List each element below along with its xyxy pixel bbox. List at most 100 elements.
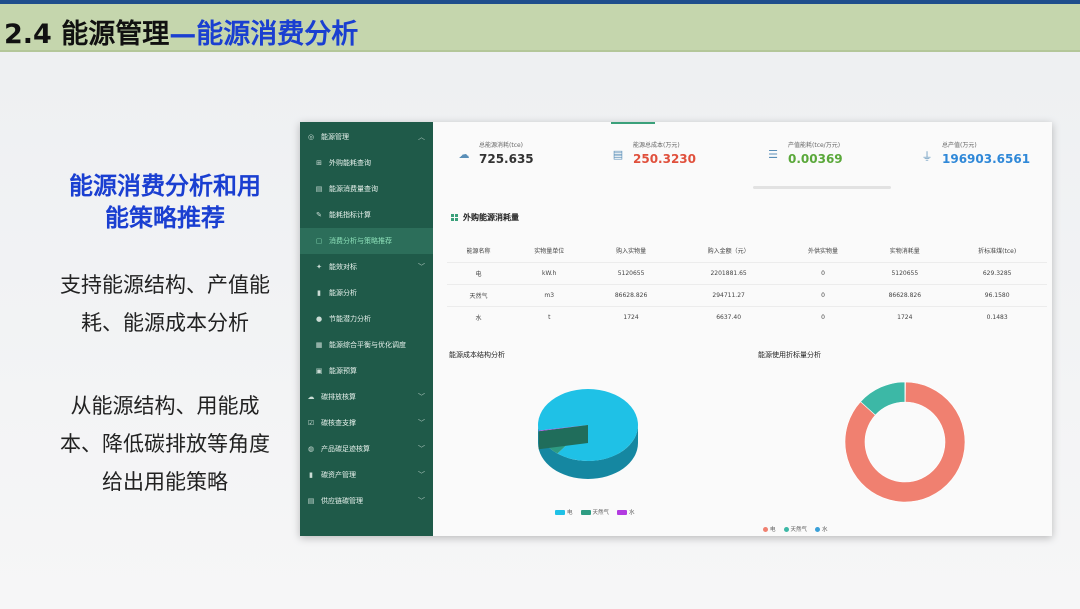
sidebar-item-label: 能源预算 <box>329 367 357 375</box>
sidebar-item-carbon-assets[interactable]: ▮ 碳资产管理 ﹀ <box>300 462 433 488</box>
sidebar-item-label: 能效对标 <box>329 263 357 271</box>
bar-chart-icon: ▮ <box>309 471 313 479</box>
money-icon: ▤ <box>612 148 624 161</box>
column-header: 能源名称 <box>466 248 491 256</box>
sidebar-item-label: 能源综合平衡与优化调度 <box>329 341 406 349</box>
legend-label: 电 <box>770 527 776 533</box>
table-cell: 5120655 <box>588 261 674 284</box>
sidebar-item-benchmark[interactable]: ✦ 能效对标 ﹀ <box>300 254 433 280</box>
sidebar-item-label: 产品碳足迹核算 <box>321 445 370 453</box>
doc-icon: ▢ <box>315 237 323 245</box>
sidebar-item-index-calc[interactable]: ✎ 能耗指标计算 <box>300 202 433 228</box>
table-cell: 5120655 <box>862 261 948 284</box>
stat-scrollbar[interactable] <box>753 186 891 189</box>
sidebar-item-carbon-verification[interactable]: ☑ 碳核查支撑 ﹀ <box>300 410 433 436</box>
legend-item-water[interactable]: 水 <box>617 508 635 516</box>
grid-icon: ⊞ <box>316 159 322 167</box>
cloud-icon: ☁ <box>307 393 315 401</box>
sidebar-item-budget[interactable]: ▣ 能源预算 <box>300 358 433 384</box>
table-cell: 629.3285 <box>947 261 1047 284</box>
edit-icon: ✎ <box>316 211 322 219</box>
table-cell: 0 <box>783 261 863 284</box>
legend-item-electric[interactable]: 电 <box>763 525 776 533</box>
slide-title-main: 2.4 能源管理 <box>4 19 170 50</box>
sidebar-item-consumption-query[interactable]: ▤ 能源消费量查询 <box>300 176 433 202</box>
table-cell: 294711.27 <box>673 283 784 306</box>
sidebar-item-energy-analysis[interactable]: ▮ 能源分析 <box>300 280 433 306</box>
table-row[interactable]: 水 t 1724 6637.40 0 1724 0.1483 <box>447 305 1047 328</box>
description-line: 耗、能源成本分析 <box>81 311 249 335</box>
legend-label: 水 <box>822 527 828 533</box>
energy-table: 能源名称 实物量单位 购入实物量 购入金额（元） 外供实物量 实物消耗量 折标准… <box>447 240 1047 328</box>
table-cell: 96.1580 <box>947 283 1047 306</box>
sidebar-item-label: 节能潜力分析 <box>329 315 371 323</box>
table-cell: 天然气 <box>447 283 510 306</box>
legend-item-gas[interactable]: 天然气 <box>580 508 610 516</box>
table-cell: m3 <box>509 283 589 306</box>
stat-card-total-cost: ▤ 能源总成本(万元) 250.3230 <box>611 134 761 184</box>
column-header: 购入金额（元） <box>707 248 750 256</box>
donut-chart-title: 能源使用折标量分析 <box>758 351 821 359</box>
description-line: 支持能源结构、产值能 <box>60 273 270 297</box>
stat-card-total-energy: ☁ 总能源消耗(tce) 725.635 <box>457 134 607 184</box>
legend-label: 天然气 <box>592 510 610 516</box>
sidebar-item-product-footprint[interactable]: ◍ 产品碳足迹核算 ﹀ <box>300 436 433 462</box>
sidebar-item-label: 消费分析与策略推荐 <box>329 237 392 245</box>
description-line: 从能源结构、用能成 <box>70 394 260 418</box>
pie-chart-title: 能源成本结构分析 <box>449 351 505 359</box>
column-header: 外供实物量 <box>807 248 838 256</box>
legend-item-electric[interactable]: 电 <box>555 508 573 516</box>
sidebar-item-saving-potential[interactable]: ● 节能潜力分析 <box>300 306 433 332</box>
stat-value: 196903.6561 <box>942 152 1031 166</box>
table-cell: 1724 <box>588 305 674 328</box>
sidebar-item-purchase-query[interactable]: ⊞ 外购能耗查询 <box>300 150 433 176</box>
sidebar-item-label: 供应链碳管理 <box>321 497 363 505</box>
circle-icon: ● <box>315 315 323 323</box>
table-row[interactable]: 天然气 m3 86628.826 294711.27 0 86628.826 9… <box>447 283 1047 306</box>
table-row[interactable]: 电 kW.h 5120655 2201881.65 0 5120655 629.… <box>447 261 1047 284</box>
sidebar-item-carbon-accounting[interactable]: ☁ 碳排放核算 ﹀ <box>300 384 433 410</box>
bookmark-icon: ✦ <box>316 263 322 271</box>
sidebar-item-supply-chain[interactable]: ▤ 供应链碳管理 ﹀ <box>300 488 433 514</box>
sidebar-item-balance-dispatch[interactable]: ▦ 能源综合平衡与优化调度 <box>300 332 433 358</box>
list-icon: ☰ <box>768 148 778 161</box>
column-header: 折标准煤(tce) <box>978 248 1017 256</box>
sidebar-item-consumption-analysis[interactable]: ▢ 消费分析与策略推荐 <box>300 228 433 254</box>
donut-legend: 电 天然气 水 <box>763 525 832 533</box>
chevron-up-icon: ︿ <box>418 133 425 141</box>
table-cell: 86628.826 <box>588 283 674 306</box>
legend-label: 天然气 <box>790 527 808 533</box>
chevron-down-icon: ﹀ <box>418 497 425 505</box>
grid-icon <box>451 214 458 221</box>
sidebar-item-label: 能耗指标计算 <box>329 211 371 219</box>
sidebar-nav: ◎ 能源管理 ︿ ⊞ 外购能耗查询 ▤ 能源消费量查询 ✎ 能耗指标计算 ▢ 消费分析与策略… <box>300 122 433 536</box>
chevron-down-icon: ﹀ <box>418 445 425 453</box>
stat-card-output-energy: ☰ 产值能耗(tce/万元) 0.00369 <box>766 134 916 184</box>
active-tab-indicator <box>611 122 655 124</box>
legend-item-water[interactable]: 水 <box>815 525 828 533</box>
energy-donut-chart <box>844 381 966 503</box>
feature-heading-line: 能源消费分析和用 <box>69 172 261 200</box>
column-header: 实物量单位 <box>534 248 565 256</box>
column-header: 实物消耗量 <box>889 248 920 256</box>
table-title: 外购能源消耗量 <box>463 213 519 222</box>
stat-value: 0.00369 <box>788 152 843 166</box>
slide-title-bar: 2.4 能源管理—能源消费分析 <box>0 4 1080 52</box>
sidebar-item-label: 能源分析 <box>329 289 357 297</box>
table-section-title: 外购能源消耗量 <box>451 212 519 223</box>
table-cell: 0.1483 <box>947 305 1047 328</box>
stat-label: 总产值(万元) <box>942 142 977 149</box>
chevron-down-icon: ﹀ <box>418 471 425 479</box>
sidebar-item-label: 碳资产管理 <box>321 471 356 479</box>
legend-item-gas[interactable]: 天然气 <box>783 525 808 533</box>
sidebar-item-energy-mgmt[interactable]: ◎ 能源管理 ︿ <box>300 124 433 150</box>
table-cell: 1724 <box>862 305 948 328</box>
bar-chart-icon: ▮ <box>317 289 321 297</box>
balance-icon: ▦ <box>315 341 323 349</box>
stat-label: 总能源消耗(tce) <box>479 142 524 149</box>
calendar-icon: ▤ <box>315 185 323 193</box>
table-cell: t <box>509 305 589 328</box>
globe-icon: ◍ <box>307 445 315 453</box>
feature-heading-line: 能策略推荐 <box>105 204 225 232</box>
bell-icon: ⏚ <box>921 150 933 163</box>
